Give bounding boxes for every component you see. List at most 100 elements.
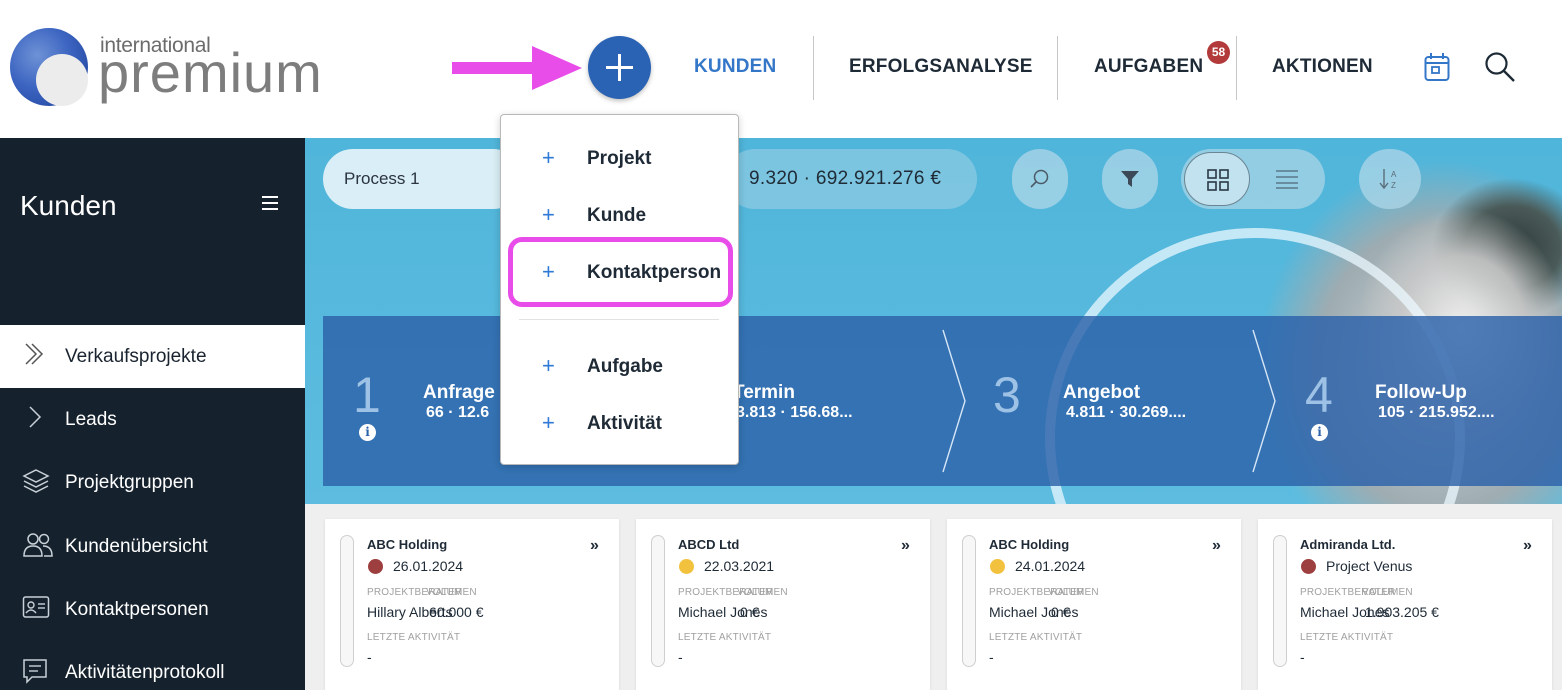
totals-summary: 9.320 · 692.921.276 €: [725, 149, 977, 209]
stage-name: Angebot: [1063, 382, 1141, 403]
add-new-dropdown: + Projekt + Kunde + Kontaktperson + Aufg…: [500, 114, 739, 465]
annotation-arrow-icon: [452, 46, 582, 90]
sidebar-item-projektgruppen[interactable]: Projektgruppen: [0, 451, 305, 514]
double-chevron-icon: [25, 343, 44, 365]
sidebar-item-label: Leads: [65, 409, 117, 430]
search-icon[interactable]: [1484, 51, 1516, 83]
card-activity-label: LETZTE AKTIVITÄT: [678, 632, 772, 643]
svg-text:Z: Z: [1391, 181, 1396, 190]
sidebar-item-verkaufsprojekte[interactable]: Verkaufsprojekte: [0, 325, 305, 388]
card-activity: -: [678, 649, 683, 665]
filter-button[interactable]: [1102, 149, 1158, 209]
card-activity: -: [367, 649, 372, 665]
sidebar-item-kontaktpersonen[interactable]: Kontaktpersonen: [0, 578, 305, 641]
users-icon: [23, 533, 53, 557]
nav-aktionen[interactable]: AKTIONEN: [1272, 56, 1373, 78]
status-bar: [651, 535, 665, 667]
stage-name: Termin: [733, 382, 795, 403]
pipeline-stage-follow-up[interactable]: 4 Follow-Up 105 · 215.952.... i: [1275, 316, 1562, 486]
sidebar-item-label: Projektgruppen: [65, 472, 194, 493]
menu-item-kontaktperson[interactable]: + Kontaktperson: [501, 247, 738, 297]
plus-icon: +: [542, 353, 555, 378]
card-volume: 0 €: [1051, 604, 1071, 620]
sort-button[interactable]: A Z: [1359, 149, 1421, 209]
grid-view-button[interactable]: [1184, 152, 1250, 206]
card-activity-label: LETZTE AKTIVITÄT: [367, 632, 461, 643]
menu-item-aktivitaet[interactable]: + Aktivität: [501, 398, 738, 448]
nav-divider: [1236, 36, 1237, 100]
menu-item-aufgabe[interactable]: + Aufgabe: [501, 341, 738, 391]
card-volume: 0 €: [740, 604, 760, 620]
totals-summary-text: 9.320 · 692.921.276 €: [749, 168, 942, 189]
calendar-icon[interactable]: [1424, 52, 1450, 82]
project-card[interactable]: Admiranda Ltd. Project Venus PROJEKTBERATE…: [1258, 519, 1552, 690]
stage-values: 105 · 215.952....: [1378, 404, 1495, 421]
card-volume-label: VOLUMEN: [1048, 587, 1099, 598]
status-dot: [990, 559, 1005, 574]
sidebar-item-aktivitaetenprotokoll[interactable]: Aktivitätenprotokoll: [0, 641, 305, 690]
card-volume-label: VOLUMEN: [737, 587, 788, 598]
top-header: international premium KUNDEN ERFOLGSANAL…: [0, 0, 1562, 138]
plus-icon: +: [542, 410, 555, 435]
card-date: 26.01.2024: [393, 558, 464, 574]
status-dot: [1301, 559, 1316, 574]
menu-item-label: Aufgabe: [587, 356, 663, 377]
sidebar-item-leads[interactable]: Leads: [0, 388, 305, 451]
stage-values: 4.811 · 30.269....: [1066, 404, 1187, 421]
logo-text-big: premium: [98, 41, 323, 104]
card-activity-label: LETZTE AKTIVITÄT: [989, 632, 1083, 643]
menu-divider: [519, 319, 719, 320]
status-dot: [679, 559, 694, 574]
card-date: 22.03.2021: [704, 558, 775, 574]
card-date: Project Venus: [1326, 558, 1413, 574]
nav-aufgaben[interactable]: AUFGABEN: [1094, 56, 1203, 78]
card-volume: 1.903.205 €: [1365, 604, 1439, 620]
stage-number: 4: [1305, 367, 1333, 423]
menu-item-projekt[interactable]: + Projekt: [501, 133, 738, 183]
card-activity: -: [989, 649, 994, 665]
pipeline-stage-angebot[interactable]: 3 Angebot 4.811 · 30.269....: [963, 316, 1273, 486]
stage-number: 3: [993, 367, 1021, 423]
hamburger-menu-icon[interactable]: [262, 196, 278, 210]
tasks-count-badge: 58: [1207, 41, 1230, 64]
stage-values: 66 · 12.6: [426, 404, 490, 421]
double-chevron-right-icon[interactable]: »: [590, 537, 599, 555]
double-chevron-right-icon[interactable]: »: [1523, 537, 1532, 555]
company-logo[interactable]: international premium: [10, 28, 330, 108]
card-activity: -: [1300, 649, 1305, 665]
project-card[interactable]: ABC Holding 26.01.2024 PROJEKTBERATER VOLUM…: [325, 519, 619, 690]
nav-divider: [813, 36, 814, 100]
card-company: Admiranda Ltd.: [1300, 537, 1396, 552]
logo-inner-circle: [36, 54, 88, 106]
process-selector-label: Process 1: [344, 169, 420, 188]
search-button[interactable]: [1012, 149, 1068, 209]
menu-item-kunde[interactable]: + Kunde: [501, 190, 738, 240]
info-icon[interactable]: i: [1311, 424, 1328, 441]
info-icon[interactable]: i: [359, 424, 376, 441]
sidebar-title: Kunden: [20, 190, 117, 221]
sidebar-item-label: Kontaktpersonen: [65, 599, 209, 620]
nav-erfolgsanalyse[interactable]: ERFOLGSANALYSE: [849, 56, 1033, 78]
nav-kunden[interactable]: KUNDEN: [694, 56, 776, 78]
double-chevron-right-icon[interactable]: »: [901, 537, 910, 555]
menu-item-label: Kontaktperson: [587, 262, 722, 283]
add-new-button[interactable]: [588, 36, 651, 99]
sidebar-item-label: Verkaufsprojekte: [65, 346, 207, 367]
card-activity-label: LETZTE AKTIVITÄT: [1300, 632, 1394, 643]
sidebar-item-kundenuebersicht[interactable]: Kundenübersicht: [0, 515, 305, 578]
plus-icon: +: [542, 202, 555, 227]
project-card[interactable]: ABCD Ltd 22.03.2021 PROJEKTBERATER VOLUMEN M…: [636, 519, 930, 690]
list-view-button[interactable]: [1259, 152, 1319, 206]
card-company: ABCD Ltd: [678, 537, 740, 552]
project-card[interactable]: ABC Holding 24.01.2024 PROJEKTBERATER VOLUM…: [947, 519, 1241, 690]
status-bar: [962, 535, 976, 667]
nav-divider: [1057, 36, 1058, 100]
process-selector[interactable]: Process 1: [323, 149, 523, 209]
filter-icon: [1121, 171, 1139, 187]
sidebar-item-label: Kundenübersicht: [65, 536, 208, 557]
stage-number: 1: [353, 367, 381, 423]
message-icon: [23, 659, 47, 684]
card-date: 24.01.2024: [1015, 558, 1086, 574]
double-chevron-right-icon[interactable]: »: [1212, 537, 1221, 555]
stage-values: 3.813 · 156.68...: [736, 404, 853, 421]
